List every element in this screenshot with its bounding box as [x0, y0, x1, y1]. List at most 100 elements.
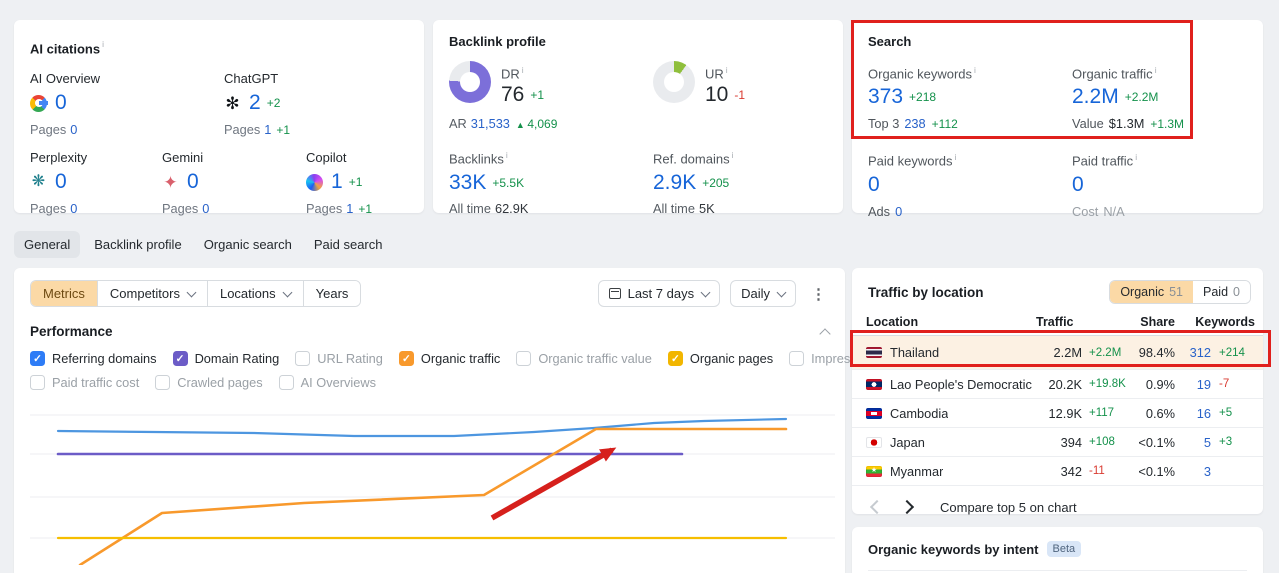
- ads-value-link[interactable]: 0: [895, 204, 902, 219]
- ai-service-name: Perplexity: [30, 150, 88, 166]
- table-row[interactable]: Cambodia 12.9K +117 0.6% 16 +5: [852, 398, 1263, 427]
- ur-label: UR: [705, 61, 745, 81]
- location-table-footer: Compare top 5 on chart: [852, 485, 1263, 528]
- ahrefs-rank-row: AR31,5334,069: [449, 116, 653, 131]
- info-icon: [1153, 61, 1157, 76]
- ai-citation-count[interactable]: 0: [55, 170, 67, 194]
- traffic-change: +19.8K: [1089, 378, 1126, 390]
- country-flag-icon: [866, 347, 882, 358]
- chevron-right-icon: [899, 499, 915, 515]
- pages-count-link[interactable]: 0: [202, 201, 209, 216]
- metric-checkbox-row-2: Paid traffic cost Crawled pages AI Overv…: [14, 366, 845, 390]
- metric-checkbox[interactable]: Paid traffic cost: [30, 375, 139, 390]
- ref-domains-value-link[interactable]: 2.9K: [653, 171, 696, 195]
- organic-paid-toggle: Organic 51 Paid 0: [1109, 280, 1251, 304]
- granularity-button[interactable]: Daily: [730, 280, 796, 307]
- table-row[interactable]: Lao People's Democratic Reput 20.2K +19.…: [852, 369, 1263, 398]
- ai-service-name: AI Overview: [30, 71, 101, 87]
- table-row[interactable]: Thailand 2.2M +2.2M 98.4% 312 +214: [852, 336, 1263, 369]
- ai-citation-item: AI Overview 0 Pages 0: [30, 71, 224, 137]
- keywords-value-link[interactable]: 16: [1181, 406, 1211, 421]
- ai-pages-row: Pages 1 +1: [306, 201, 373, 217]
- kebab-menu-icon[interactable]: [806, 283, 831, 305]
- metric-checkbox[interactable]: Domain Rating: [172, 351, 279, 366]
- collapse-chevron-icon[interactable]: [819, 327, 831, 340]
- top3-value-link[interactable]: 238: [904, 116, 925, 131]
- traffic-value: 342: [1060, 463, 1082, 479]
- compare-top5-link[interactable]: Compare top 5 on chart: [940, 500, 1077, 515]
- ai-service-icon: [224, 95, 241, 112]
- ar-value-link[interactable]: 31,533: [471, 116, 510, 131]
- metric-checkbox[interactable]: AI Overviews: [278, 375, 376, 390]
- traffic-change: +117: [1089, 407, 1115, 419]
- date-range-button[interactable]: Last 7 days: [597, 280, 721, 307]
- traffic-change: -11: [1089, 465, 1105, 477]
- metric-checkbox[interactable]: URL Rating: [295, 351, 383, 366]
- share-value: 0.6%: [1145, 405, 1175, 421]
- keywords-value-link[interactable]: 3: [1181, 464, 1211, 479]
- info-icon: [520, 61, 524, 76]
- metric-checkbox[interactable]: Organic traffic: [398, 351, 500, 366]
- ai-citations-card: AI citations AI Overview 0 Pages0 C: [14, 20, 424, 216]
- metric-checkbox[interactable]: Crawled pages: [155, 375, 263, 390]
- chevron-down-icon: [700, 287, 711, 297]
- keywords-value-link[interactable]: 5: [1181, 435, 1211, 450]
- ur-change: -1: [734, 88, 746, 103]
- chevron-down-icon: [776, 287, 787, 297]
- pages-count-link[interactable]: 1: [264, 122, 271, 137]
- organic-keywords-value-link[interactable]: 373: [868, 85, 903, 109]
- metric-checkbox[interactable]: Referring domains: [30, 351, 157, 366]
- ai-pages-row: Pages 0: [162, 201, 210, 217]
- table-row[interactable]: Myanmar 342 -11 <0.1% 3: [852, 456, 1263, 485]
- pages-count-link[interactable]: 0: [70, 122, 77, 137]
- url-rating-block: UR 10 -1: [653, 61, 827, 131]
- ai-service-name: ChatGPT: [224, 71, 279, 87]
- checkbox-icon: [398, 351, 414, 366]
- checkbox-icon: [295, 351, 311, 366]
- pages-count-link[interactable]: 0: [70, 201, 77, 216]
- table-row[interactable]: Japan 394 +108 <0.1% 5 +3: [852, 427, 1263, 456]
- metric-checkbox[interactable]: Organic pages: [667, 351, 773, 366]
- ai-citation-item: Perplexity 0 Pages0: [30, 150, 162, 216]
- paid-toggle-button[interactable]: Paid 0: [1193, 281, 1250, 303]
- ai-citations-row-2: Perplexity 0 Pages0 Gemini 0: [30, 150, 408, 216]
- tab[interactable]: Backlink profile: [86, 231, 189, 258]
- filter-segment-button[interactable]: Metrics: [31, 281, 97, 306]
- ai-citation-change: +2: [266, 96, 281, 111]
- prev-page-button[interactable]: [868, 498, 886, 516]
- traffic-value: 2.2M: [1053, 345, 1082, 360]
- next-page-button[interactable]: [898, 498, 916, 516]
- pages-count-link[interactable]: 1: [346, 201, 353, 216]
- organic-toggle-button[interactable]: Organic 51: [1110, 281, 1194, 303]
- filter-segment-button[interactable]: Locations: [206, 281, 303, 306]
- ar-change: 4,069: [516, 117, 557, 131]
- ai-pages-row: Pages 0: [30, 122, 78, 138]
- paid-traffic-value-link[interactable]: 0: [1072, 173, 1084, 197]
- ai-citation-count[interactable]: 0: [187, 170, 199, 194]
- backlink-profile-card: Backlink profile DR 76+1 AR31,5334,069: [433, 20, 843, 216]
- performance-chart[interactable]: [14, 400, 845, 565]
- tab[interactable]: Paid search: [306, 231, 391, 258]
- beta-badge: Beta: [1046, 541, 1082, 557]
- paid-keywords-value-link[interactable]: 0: [868, 173, 880, 197]
- keywords-value-link[interactable]: 19: [1181, 377, 1211, 392]
- share-value: 98.4%: [1138, 345, 1175, 360]
- ai-citation-count[interactable]: 2: [249, 91, 261, 115]
- keywords-value-link[interactable]: 312: [1181, 345, 1211, 360]
- ai-service-icon: [162, 174, 179, 191]
- traffic-change: +108: [1089, 436, 1115, 448]
- tab[interactable]: Organic search: [196, 231, 300, 258]
- metric-checkbox[interactable]: Organic traffic value: [516, 351, 652, 366]
- ai-citation-count[interactable]: 0: [55, 91, 67, 115]
- keywords-change: +5: [1219, 407, 1233, 419]
- organic-traffic-value-link[interactable]: 2.2M: [1072, 85, 1119, 109]
- filter-segment-button[interactable]: Years: [302, 281, 361, 306]
- performance-header: Performance: [14, 307, 845, 340]
- filter-segment-button[interactable]: Competitors: [96, 281, 207, 306]
- backlinks-value-link[interactable]: 33K: [449, 171, 486, 195]
- keywords-change: -7: [1219, 378, 1230, 390]
- dr-value: 76: [501, 83, 525, 107]
- tab[interactable]: General: [14, 231, 81, 258]
- report-tabs: General Backlink profile Organic search …: [14, 231, 391, 258]
- ai-citation-count[interactable]: 1: [331, 170, 343, 194]
